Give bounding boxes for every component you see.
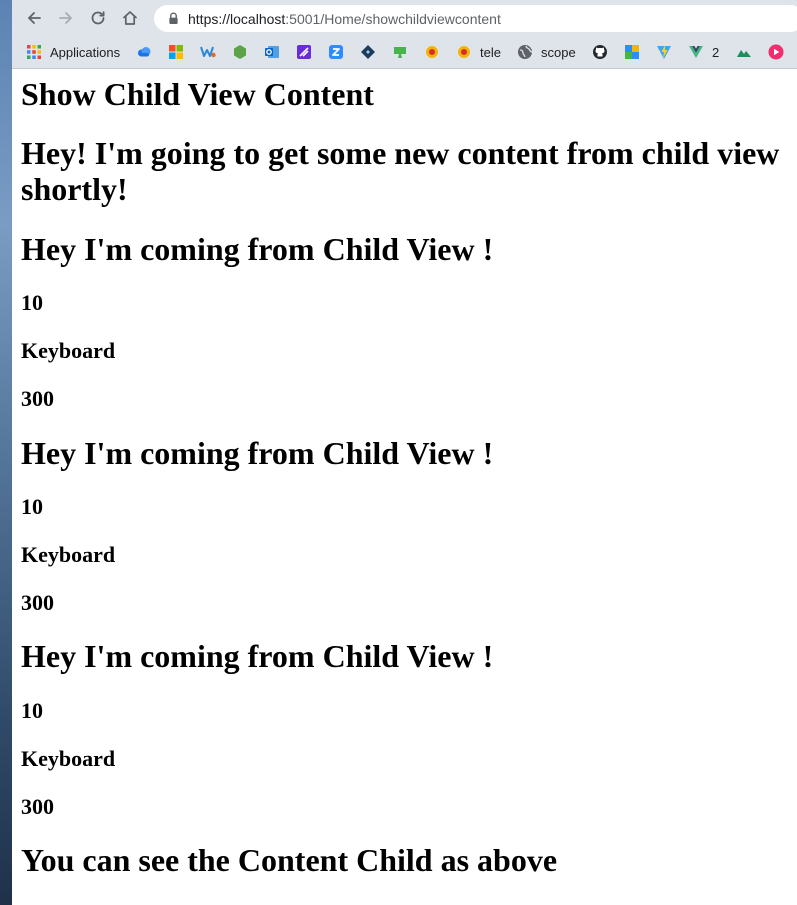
bookmark-label: tele — [480, 44, 501, 60]
music-icon — [768, 44, 784, 60]
home-icon — [123, 11, 137, 25]
intro-heading: Hey! I'm going to get some new content f… — [21, 135, 780, 207]
bookmark-github[interactable] — [592, 41, 608, 63]
bookmark-monitor[interactable] — [392, 41, 408, 63]
z-letter-icon — [329, 45, 343, 59]
bookmark-cloud[interactable] — [136, 41, 152, 63]
bookmark-outlook[interactable] — [264, 41, 280, 63]
desktop-background — [0, 0, 12, 905]
child-heading: Hey I'm coming from Child View ! — [21, 435, 494, 471]
child-id: 10 — [21, 698, 43, 723]
page-content: Show Child View Content Hey! I'm going t… — [12, 69, 797, 905]
child-price: 300 — [21, 386, 54, 411]
diamond-icon — [361, 45, 375, 59]
child-id: 10 — [21, 290, 43, 315]
vite-icon — [657, 45, 671, 59]
page-title: Show Child View Content — [21, 76, 374, 112]
ms-badge-icon — [200, 46, 216, 58]
home-button[interactable] — [117, 6, 143, 30]
back-button[interactable] — [21, 6, 47, 30]
child-price: 300 — [21, 590, 54, 615]
lock-icon — [167, 12, 179, 26]
bookmark-label: Applications — [50, 44, 121, 60]
arrow-right-icon — [59, 12, 72, 24]
microsoft-logo-icon — [169, 45, 183, 59]
child-heading: Hey I'm coming from Child View ! — [21, 231, 494, 267]
bookmark-vite[interactable] — [656, 41, 672, 63]
bookmark-scope[interactable]: scope — [517, 41, 576, 63]
url-host: https://localhost — [188, 10, 286, 27]
bookmark-stripe[interactable] — [296, 41, 312, 63]
cloud-icon — [138, 47, 151, 57]
hexagon-icon — [234, 45, 246, 59]
bookmark-microsoft[interactable] — [168, 41, 184, 63]
bookmark-diamond[interactable] — [360, 41, 376, 63]
url-path: :5001/Home/showchildviewcontent — [285, 10, 501, 27]
github-icon — [593, 45, 607, 59]
bookmarks-bar: Applications tele scope 2 — [12, 36, 797, 69]
footer-heading: You can see the Content Child as above — [21, 842, 558, 878]
forward-button[interactable] — [53, 6, 79, 30]
mountain-icon — [737, 50, 751, 57]
child-id: 10 — [21, 494, 43, 519]
address-bar[interactable]: https://localhost:5001/Home/showchildvie… — [154, 5, 797, 32]
tiles-icon — [625, 45, 639, 59]
gradient-bolt-icon — [297, 45, 311, 59]
bookmark-vue[interactable]: 2 — [688, 41, 719, 63]
globe-icon — [518, 45, 533, 59]
url-text[interactable]: https://localhost:5001/Home/showchildvie… — [188, 11, 501, 27]
outlook-icon — [265, 46, 279, 58]
bookmark-ms[interactable] — [200, 41, 216, 63]
emblem-icon — [426, 46, 438, 58]
monitor-icon — [394, 47, 406, 58]
child-name: Keyboard — [21, 746, 116, 771]
bookmark-applications[interactable]: Applications — [26, 41, 120, 63]
reload-button[interactable] — [85, 6, 111, 30]
child-price: 300 — [21, 794, 54, 819]
bookmark-z[interactable] — [328, 41, 344, 63]
bookmark-emblem[interactable] — [424, 41, 440, 63]
bookmark-mountain[interactable] — [736, 41, 752, 63]
child-name: Keyboard — [21, 542, 116, 567]
child-heading: Hey I'm coming from Child View ! — [21, 638, 494, 674]
arrow-left-icon — [28, 12, 41, 24]
bookmark-label: 2 — [712, 44, 720, 60]
reload-icon — [91, 11, 105, 25]
bookmark-tiles[interactable] — [624, 41, 640, 63]
bookmark-music[interactable] — [768, 41, 784, 63]
bookmark-label: scope — [541, 44, 576, 60]
bookmark-tele[interactable]: tele — [456, 41, 501, 63]
browser-window: https://localhost:5001/Home/showchildvie… — [12, 0, 797, 905]
browser-toolbar: https://localhost:5001/Home/showchildvie… — [12, 0, 797, 36]
emblem-icon — [458, 46, 470, 58]
bookmark-node[interactable] — [232, 41, 248, 63]
apps-grid-icon — [27, 45, 41, 59]
child-name: Keyboard — [21, 338, 116, 363]
vue-logo-icon — [689, 46, 703, 58]
